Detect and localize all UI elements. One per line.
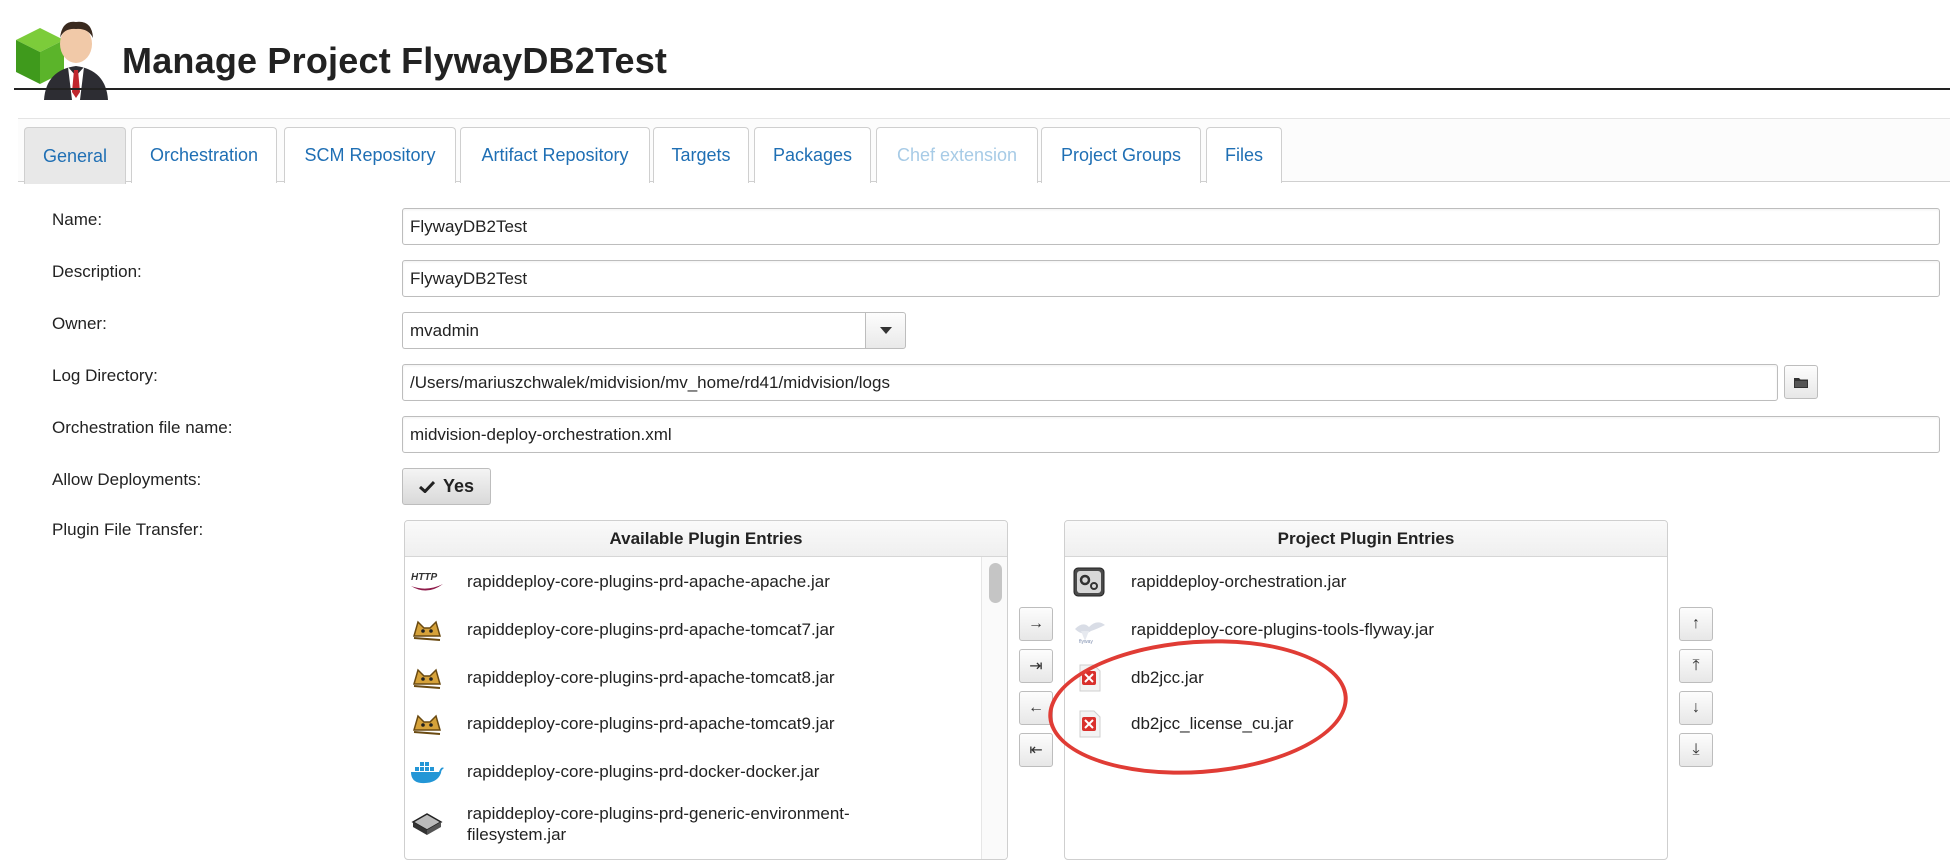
plugin-name: rapiddeploy-core-plugins-prd-apache-tomc… [467,620,835,639]
scroll-thumb[interactable] [989,563,1002,603]
name-input[interactable]: FlywayDB2Test [402,208,1940,245]
owner-dropdown-button[interactable] [865,312,906,349]
available-plugins-header: Available Plugin Entries [405,521,1007,557]
list-item[interactable]: rapiddeploy-core-plugins-prd-generic-env… [405,797,1007,849]
plugin-name: db2jcc.jar [1131,668,1204,687]
plugin-name: rapiddeploy-core-plugins-prd-apache-apac… [467,572,830,591]
svg-text:HTTP: HTTP [411,572,437,583]
list-item[interactable]: rapiddeploy-core-plugins-prd-docker-dock… [405,751,1007,793]
plugin-file-transfer-label: Plugin File Transfer: [52,520,204,539]
tab-targets[interactable]: Targets [653,127,749,183]
list-item[interactable]: rapiddeploy-orchestration.jar [1065,561,1667,603]
header-divider [14,88,1950,90]
orchestration-file-label: Orchestration file name: [52,418,233,437]
tab-project-groups[interactable]: Project Groups [1041,127,1201,183]
list-item[interactable]: flyway rapiddeploy-core-plugins-tools-fl… [1065,609,1667,651]
orchestration-file-input[interactable]: midvision-deploy-orchestration.xml [402,416,1940,453]
project-plugins-body: rapiddeploy-orchestration.jar flyway rap… [1065,557,1667,859]
plugin-name: rapiddeploy-core-plugins-prd-apache-tomc… [467,668,835,687]
filesystem-icon [409,807,445,837]
move-all-right-icon: ⇥ [1029,658,1043,675]
browse-folder-button[interactable] [1784,365,1818,399]
tab-general[interactable]: General [24,127,126,184]
plugin-name: rapiddeploy-core-plugins-tools-flyway.ja… [1131,620,1434,639]
move-right-icon: → [1028,615,1044,632]
log-directory-label: Log Directory: [52,366,158,385]
error-file-icon [1071,663,1107,693]
description-input[interactable]: FlywayDB2Test [402,260,1940,297]
docker-icon [409,757,445,787]
move-left-button[interactable]: ← [1019,691,1053,725]
project-plugins-list[interactable]: Project Plugin Entries rapiddeploy-orche… [1064,520,1668,860]
plugin-name: rapiddeploy-core-plugins-prd-generic-env… [467,803,850,845]
list-item[interactable]: HTTP rapiddeploy-core-plugins-prd-apache… [405,561,1007,603]
description-label: Description: [52,262,142,281]
flyway-icon: flyway [1071,615,1107,645]
tomcat-icon [409,615,445,645]
move-bottom-icon: ⤓ [1692,741,1700,758]
available-plugins-list[interactable]: Available Plugin Entries HTTP rapiddeplo… [404,520,1008,860]
log-directory-input[interactable]: /Users/mariuszchwalek/midvision/mv_home/… [402,364,1778,401]
allow-deployments-label: Allow Deployments: [52,470,202,489]
http-icon: HTTP [409,567,445,597]
error-file-icon [1071,709,1107,739]
tomcat-icon [409,663,445,693]
gear-box-icon [1071,567,1107,597]
available-plugins-scrollbar[interactable] [981,557,1007,859]
list-item[interactable]: db2jcc.jar [1065,657,1667,699]
plugin-name: rapiddeploy-orchestration.jar [1131,572,1347,591]
list-item[interactable]: rapiddeploy-core-plugins-prd-apache-tomc… [405,609,1007,651]
list-item[interactable]: rapiddeploy-core-plugins-prd-apache-tomc… [405,703,1007,745]
move-down-icon: ↓ [1692,699,1700,716]
move-top-button[interactable]: ⤒ [1679,649,1713,683]
tab-artifact-repository[interactable]: Artifact Repository [460,127,650,183]
move-up-icon: ↑ [1692,615,1700,632]
checkmark-icon [418,480,435,493]
chevron-down-icon [879,326,892,334]
folder-icon [1794,377,1808,388]
page-header: Manage Project FlywayDB2Test [14,0,1950,100]
tab-orchestration[interactable]: Orchestration [131,127,277,183]
plugin-name: rapiddeploy-core-plugins-prd-docker-dock… [467,762,820,781]
owner-select-value[interactable]: mvadmin [402,312,866,349]
svg-text:flyway: flyway [1079,639,1093,645]
move-right-button[interactable]: → [1019,607,1053,641]
plugin-name: db2jcc_license_cu.jar [1131,714,1294,733]
tab-bar: General Orchestration SCM Repository Art… [18,118,1950,184]
move-left-icon: ← [1028,699,1044,716]
available-plugins-body: HTTP rapiddeploy-core-plugins-prd-apache… [405,557,1007,859]
owner-label: Owner: [52,314,107,333]
tab-scm-repository[interactable]: SCM Repository [284,127,456,183]
page-title: Manage Project FlywayDB2Test [122,40,668,81]
tomcat-icon [409,709,445,739]
allow-deployments-toggle[interactable]: Yes [402,468,491,505]
project-plugins-header: Project Plugin Entries [1065,521,1667,557]
move-up-button[interactable]: ↑ [1679,607,1713,641]
tab-files[interactable]: Files [1206,127,1282,183]
move-bottom-button[interactable]: ⤓ [1679,733,1713,767]
owner-select[interactable]: mvadmin [402,312,906,349]
tab-packages[interactable]: Packages [754,127,871,183]
plugin-name-line1: rapiddeploy-core-plugins-prd-generic-env… [467,804,850,823]
move-all-left-button[interactable]: ⇤ [1019,733,1053,767]
move-top-icon: ⤒ [1692,657,1700,674]
list-item[interactable]: db2jcc_license_cu.jar [1065,703,1667,745]
move-all-right-button[interactable]: ⇥ [1019,649,1053,683]
plugin-name: rapiddeploy-core-plugins-prd-apache-tomc… [467,714,835,733]
plugin-name-line2: filesystem.jar [467,825,567,844]
allow-deployments-value: Yes [442,476,475,496]
list-item[interactable]: rapiddeploy-core-plugins-prd-apache-tomc… [405,657,1007,699]
name-label: Name: [52,210,103,229]
tab-chef-extension: Chef extension [876,127,1038,183]
move-all-left-icon: ⇤ [1029,742,1043,759]
move-down-button[interactable]: ↓ [1679,691,1713,725]
